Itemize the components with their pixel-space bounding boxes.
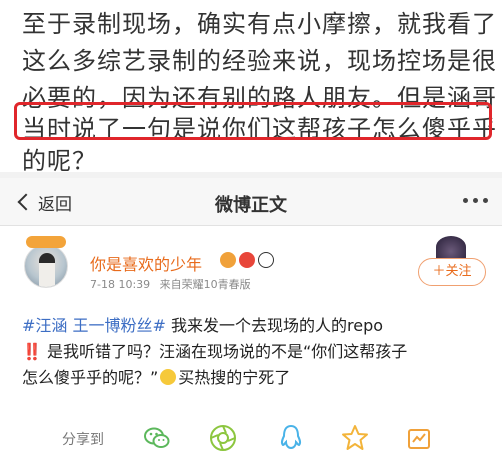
avatar[interactable]	[24, 236, 70, 290]
red-highlight-box	[14, 102, 492, 140]
article-line: 的呢？	[22, 147, 97, 175]
thinking-emoji-icon	[160, 369, 177, 385]
user-badges	[220, 252, 274, 268]
username[interactable]: 你是喜欢的少年	[90, 251, 202, 275]
article-text: 至于录制现场，确实有点小摩擦，就我看了 这么多综艺录制的经验来说，现场控场是很 …	[0, 0, 502, 175]
post-line: 怎么傻乎乎的呢？” 买热搜的宁死了	[22, 365, 492, 391]
avatar-image	[24, 244, 68, 288]
avatar-badge	[26, 236, 66, 248]
member-badge-icon	[239, 252, 255, 268]
post-text-segment: 我来发一个去现场的人的repo	[165, 316, 384, 335]
post-text-segment: 是我听错了吗？汪涵在现场说的不是“你们这帮孩子	[41, 342, 408, 361]
weibo-post: 你是喜欢的少年 7-18 10:39 来自荣耀10青春版 ＋关注 #汪涵 王一博…	[0, 227, 502, 475]
hashtag-link[interactable]: #汪涵 王一博粉丝#	[22, 316, 166, 335]
post-text-segment: 怎么傻乎乎的呢？”	[22, 368, 159, 387]
article-line: 这么多综艺录制的经验来说，现场控场是很	[22, 47, 497, 75]
post-line: ‼️ 是我听错了吗？汪涵在现场说的不是“你们这帮孩子	[22, 339, 492, 365]
post-time: 7-18 10:39	[90, 278, 151, 291]
follow-button[interactable]: ＋关注	[418, 258, 486, 286]
qq-icon[interactable]	[276, 423, 306, 453]
moments-icon[interactable]	[208, 423, 238, 453]
wechat-icon[interactable]	[142, 423, 172, 453]
share-bar: 分享到	[0, 417, 502, 461]
share-label: 分享到	[62, 432, 104, 448]
repost-icon[interactable]	[404, 423, 434, 453]
page-title: 微博正文	[215, 195, 287, 216]
double-exclamation-icon: ‼️	[22, 342, 42, 361]
post-text-segment: 买热搜的宁死了	[178, 368, 291, 387]
decor-avatar-icon	[436, 236, 466, 258]
avatar-figure	[39, 253, 55, 287]
weibo-nav-bar: 返回 微博正文	[0, 178, 502, 226]
qzone-icon[interactable]	[340, 423, 370, 453]
dot-icon	[463, 198, 468, 203]
dot-icon	[483, 198, 488, 203]
dot-icon	[473, 198, 478, 203]
post-body: #汪涵 王一博粉丝# 我来发一个去现场的人的repo ‼️ 是我听错了吗？汪涵在…	[22, 313, 492, 391]
post-meta: 7-18 10:39 来自荣耀10青春版	[90, 276, 251, 292]
panda-badge-icon	[258, 252, 274, 268]
fan-badge-icon	[220, 252, 236, 268]
follow-area: ＋关注	[418, 236, 488, 290]
post-source: 来自荣耀10青春版	[159, 278, 251, 291]
article-line: 至于录制现场，确实有点小摩擦，就我看了	[22, 10, 497, 38]
more-options-button[interactable]	[463, 198, 488, 203]
post-line: #汪涵 王一博粉丝# 我来发一个去现场的人的repo	[22, 313, 492, 339]
